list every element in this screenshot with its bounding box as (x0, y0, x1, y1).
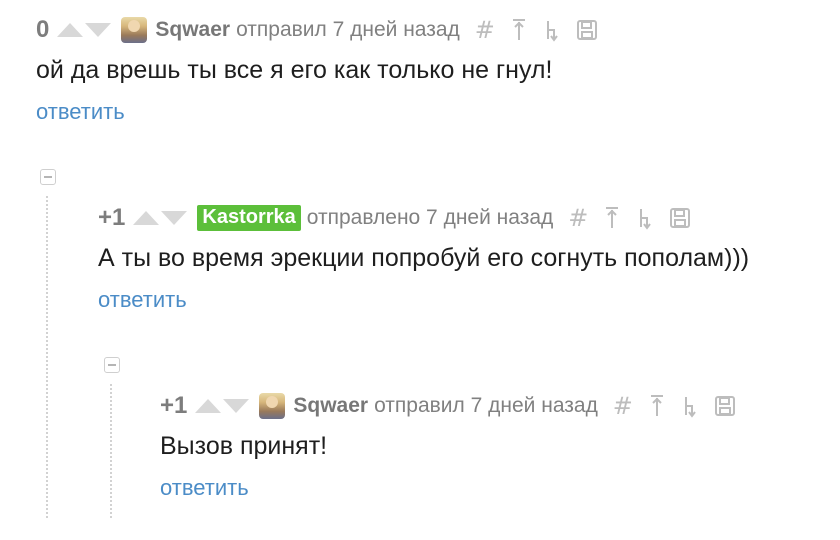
comment: +1 Sqwaer отправил 7 дней назад # Вызов … (160, 390, 748, 501)
upvote-icon[interactable] (57, 23, 84, 37)
comment: +1 Kastorrka отправлено 7 дней назад # А… (98, 202, 749, 313)
comment-rating: +1 (98, 204, 126, 231)
username[interactable]: Sqwaer (155, 18, 230, 42)
vote-controls (133, 211, 188, 225)
avatar[interactable] (121, 17, 148, 43)
comment-rating: +1 (160, 392, 188, 419)
link-icon[interactable]: # (567, 204, 589, 232)
save-icon[interactable] (714, 393, 736, 419)
comment: 0 Sqwaer отправил 7 дней назад # ой да в… (36, 14, 610, 125)
collapse-thread-button[interactable] (40, 169, 56, 185)
comment-header: +1 Sqwaer отправил 7 дней назад # (160, 390, 748, 422)
comment-meta[interactable]: отправлено 7 дней назад (307, 206, 554, 230)
comment-text: Вызов принят! (160, 432, 328, 460)
vote-controls (195, 399, 250, 413)
reply-link[interactable]: ответить (36, 99, 125, 125)
branch-icon[interactable] (542, 17, 564, 43)
parent-icon[interactable] (601, 205, 623, 231)
comment-text: ой да врешь ты все я его как только не г… (36, 56, 553, 84)
collapse-thread-button[interactable] (104, 357, 120, 373)
vote-controls (57, 23, 112, 37)
branch-icon[interactable] (680, 393, 702, 419)
upvote-icon[interactable] (195, 399, 222, 413)
downvote-icon[interactable] (161, 211, 188, 225)
comment-header: 0 Sqwaer отправил 7 дней назад # (36, 14, 610, 46)
thread-line (110, 384, 112, 518)
parent-icon[interactable] (508, 17, 530, 43)
comment-text: А ты во время эрекции попробуй его согну… (98, 244, 750, 272)
downvote-icon[interactable] (85, 23, 112, 37)
avatar[interactable] (259, 393, 286, 419)
branch-icon[interactable] (635, 205, 657, 231)
reply-link[interactable]: ответить (160, 475, 249, 501)
thread-line (46, 196, 48, 518)
reply-link[interactable]: ответить (98, 287, 187, 313)
comment-meta[interactable]: отправил 7 дней назад (374, 394, 598, 418)
link-icon[interactable]: # (474, 16, 496, 44)
link-icon[interactable]: # (612, 392, 634, 420)
username[interactable]: Kastorrka (197, 205, 301, 231)
save-icon[interactable] (576, 17, 598, 43)
comment-header: +1 Kastorrka отправлено 7 дней назад # (98, 202, 749, 234)
comment-rating: 0 (36, 16, 50, 43)
upvote-icon[interactable] (133, 211, 160, 225)
comment-meta[interactable]: отправил 7 дней назад (236, 18, 460, 42)
username[interactable]: Sqwaer (293, 394, 368, 418)
save-icon[interactable] (669, 205, 691, 231)
parent-icon[interactable] (646, 393, 668, 419)
downvote-icon[interactable] (223, 399, 250, 413)
